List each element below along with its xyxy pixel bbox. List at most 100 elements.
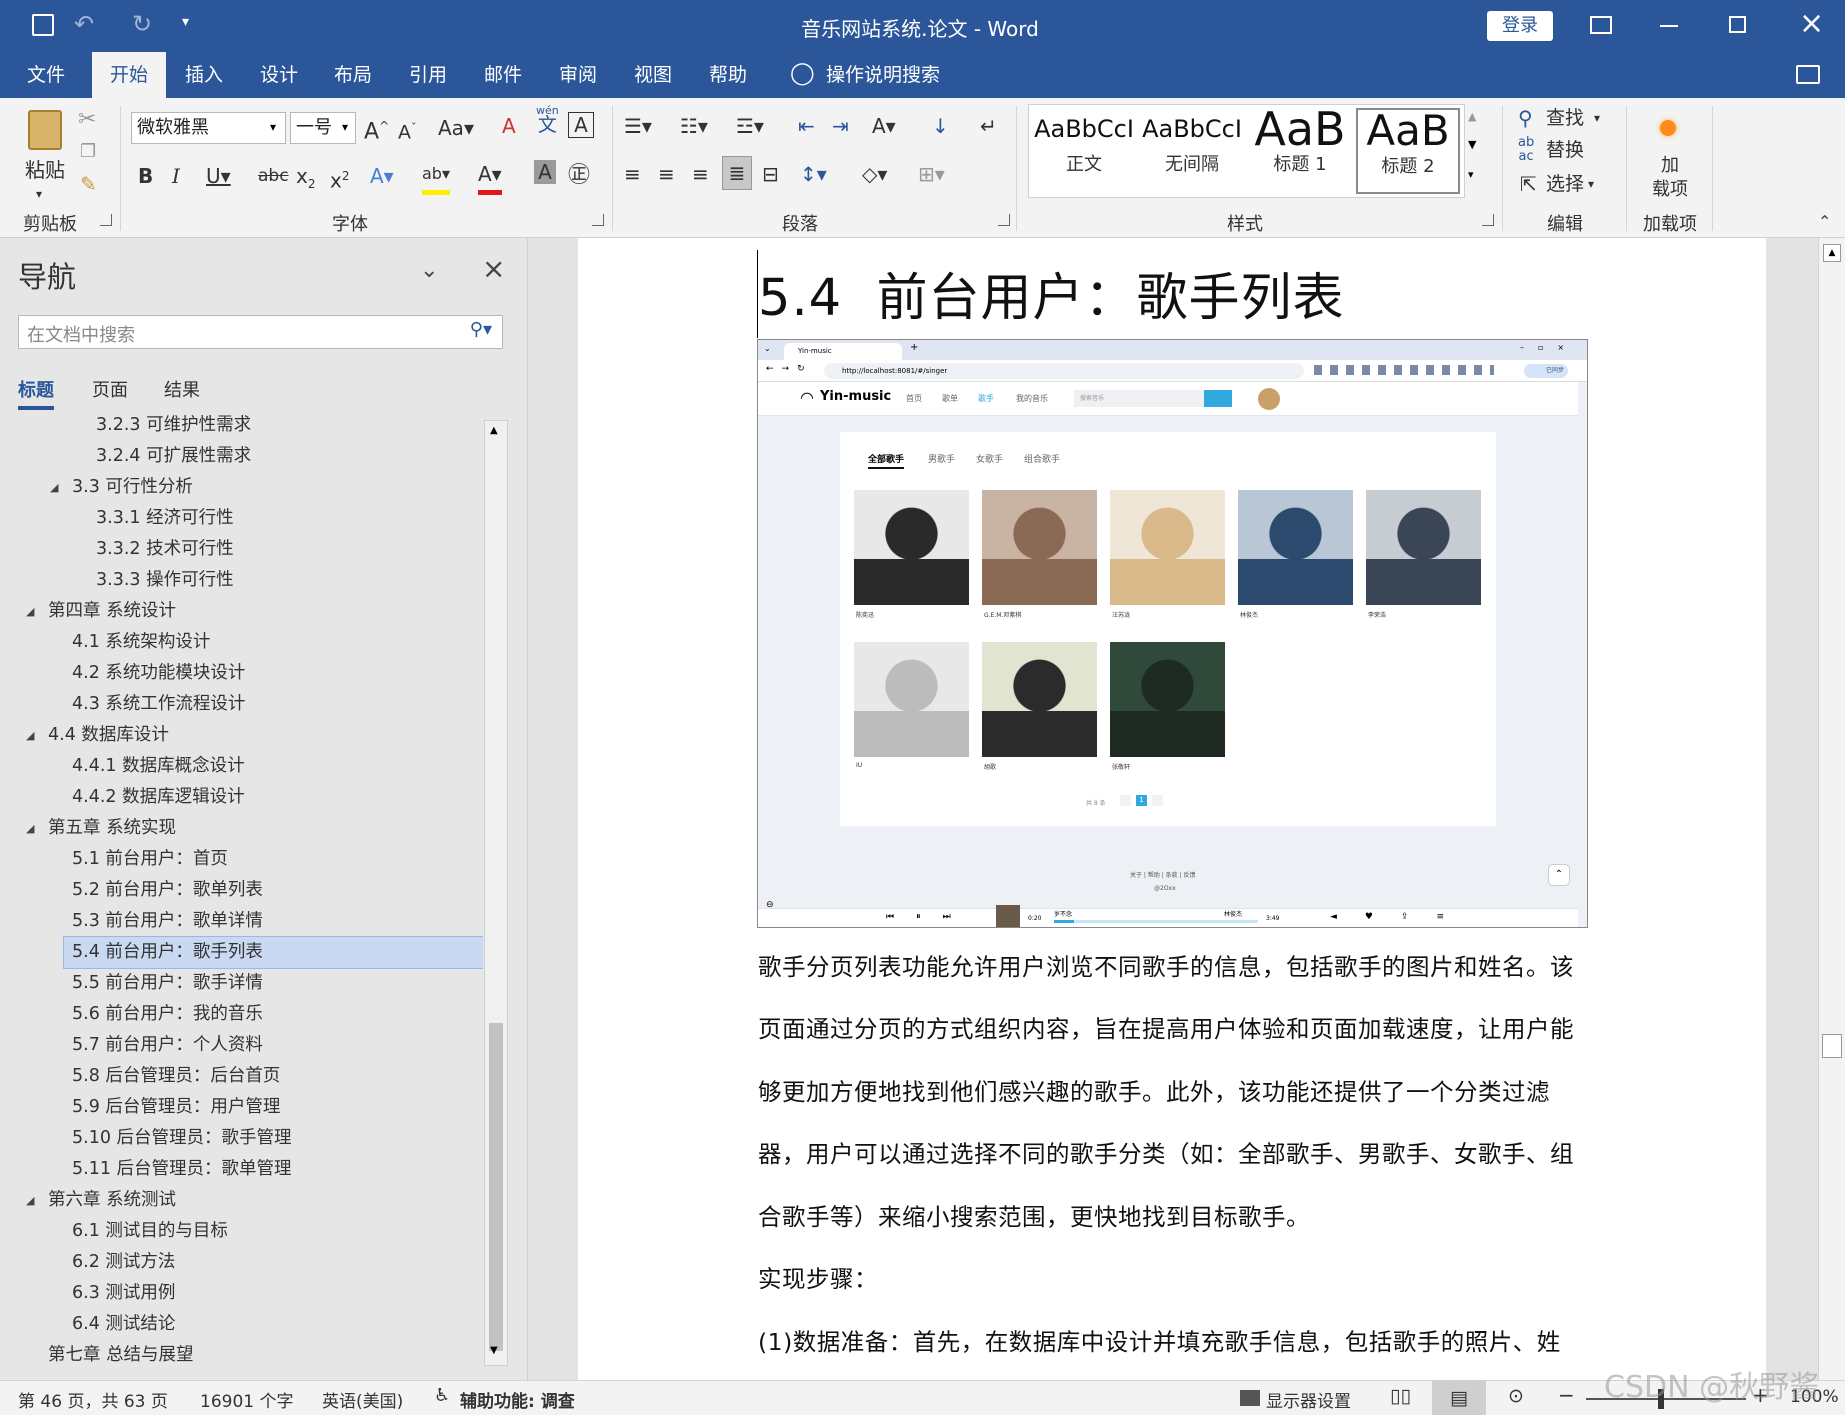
collapse-triangle-icon[interactable]: ◢ [50, 472, 58, 503]
print-layout-icon[interactable]: ▤ [1432, 1381, 1486, 1415]
nav-heading-item[interactable]: 第七章 总结与展望 [0, 1340, 483, 1370]
zoom-out-icon[interactable]: − [1558, 1383, 1575, 1407]
paste-dropdown-icon[interactable]: ▾ [36, 178, 42, 210]
highlight-color-icon[interactable]: ab▾ [422, 158, 450, 195]
tab-home[interactable]: 开始 [92, 52, 166, 98]
nav-heading-item[interactable]: 5.3 前台用户：歌单详情 [0, 906, 483, 937]
nav-heading-item[interactable]: 6.3 测试用例 [0, 1278, 483, 1309]
undo-icon[interactable]: ↶ [74, 10, 94, 38]
decrease-indent-icon[interactable]: ⇤ [798, 110, 815, 142]
align-center-icon[interactable]: ≡ [658, 158, 675, 190]
collapse-triangle-icon[interactable]: ◢ [26, 720, 34, 751]
nav-tab-headings[interactable]: 标题 [18, 376, 54, 410]
paragraph-launcher-icon[interactable] [998, 214, 1010, 226]
nav-heading-item[interactable]: ◢ 4.4 数据库设计 [0, 720, 483, 751]
nav-heading-item[interactable]: 4.2 系统功能模块设计 [0, 658, 483, 689]
styles-scroll-up-icon[interactable]: ▲ [1468, 110, 1476, 123]
font-launcher-icon[interactable] [592, 214, 604, 226]
multilevel-list-icon[interactable]: ☲▾ [736, 110, 764, 142]
justify-icon[interactable]: ≣ [722, 156, 752, 190]
enclose-characters-icon[interactable]: ㊣ [568, 160, 590, 192]
embedded-screenshot[interactable]: ⌄ Yin-music + –▫× ←→↻ http://localhost:8… [757, 339, 1588, 928]
status-display-settings[interactable]: 显示器设置 [1266, 1387, 1351, 1412]
italic-icon[interactable]: I [172, 160, 180, 192]
text-effects-icon[interactable]: A▾ [370, 160, 394, 192]
font-name-combo[interactable]: 微软雅黑 [131, 112, 286, 144]
collapse-triangle-icon[interactable]: ◢ [26, 1185, 34, 1216]
nav-heading-item[interactable]: 4.3 系统工作流程设计 [0, 689, 483, 720]
subscript-icon[interactable]: x2 [296, 160, 315, 200]
increase-indent-icon[interactable]: ⇥ [832, 110, 849, 142]
font-color-icon[interactable]: A▾ [478, 158, 502, 195]
login-button[interactable]: 登录 [1487, 11, 1553, 41]
ribbon-display-icon[interactable] [1590, 16, 1612, 34]
status-language[interactable]: 英语(美国) [322, 1387, 403, 1412]
redo-icon[interactable]: ↻ [132, 10, 152, 38]
tab-design[interactable]: 设计 [251, 52, 307, 98]
nav-heading-item[interactable]: 3.3.2 技术可行性 [0, 534, 483, 565]
distributed-icon[interactable]: ⊟ [762, 158, 779, 190]
collapse-triangle-icon[interactable]: ◢ [26, 596, 34, 627]
bold-icon[interactable]: B [138, 160, 153, 192]
tab-view[interactable]: 视图 [625, 52, 681, 98]
nav-heading-item[interactable]: 5.8 后台管理员：后台首页 [0, 1061, 483, 1092]
select-icon[interactable]: ⇱ [1520, 168, 1537, 200]
phonetic-guide-icon[interactable]: wén 文 [536, 104, 559, 135]
find-button[interactable]: 查找 [1546, 102, 1584, 134]
tab-mailings[interactable]: 邮件 [475, 52, 531, 98]
style-no-spacing[interactable]: AaBbCcI 无间隔 [1142, 108, 1242, 194]
nav-heading-item[interactable]: 4.4.2 数据库逻辑设计 [0, 782, 483, 813]
align-right-icon[interactable]: ≡ [692, 158, 709, 190]
style-heading-1[interactable]: AaB 标题 1 [1250, 108, 1350, 194]
customize-qat-icon[interactable]: ▾ [182, 14, 189, 30]
nav-heading-item[interactable]: 5.11 后台管理员：歌单管理 [0, 1154, 483, 1185]
nav-heading-item[interactable]: 4.1 系统架构设计 [0, 627, 483, 658]
close-icon[interactable]: × [1799, 6, 1824, 41]
nav-heading-item[interactable]: 5.9 后台管理员：用户管理 [0, 1092, 483, 1123]
replace-button[interactable]: 替换 [1546, 134, 1584, 166]
doc-scroll-thumb[interactable] [1822, 1034, 1842, 1058]
line-spacing-icon[interactable]: ↕▾ [800, 158, 827, 190]
nav-heading-item[interactable]: ◢ 第四章 系统设计 [0, 596, 483, 627]
show-marks-icon[interactable]: ↵ [980, 110, 997, 142]
collapse-triangle-icon[interactable]: ◢ [26, 813, 34, 844]
nav-heading-item[interactable]: 3.3.1 经济可行性 [0, 503, 483, 534]
scroll-up-icon[interactable]: ▲ [490, 425, 498, 436]
font-name-dropdown-icon[interactable]: ▾ [270, 120, 276, 134]
scroll-down-icon[interactable]: ▼ [490, 1345, 498, 1356]
clipboard-launcher-icon[interactable] [100, 214, 112, 226]
nav-heading-item[interactable]: 5.7 前台用户：个人资料 [0, 1030, 483, 1061]
select-button[interactable]: 选择 [1546, 168, 1584, 200]
tell-me-search[interactable]: 操作说明搜索 [826, 52, 946, 98]
tab-insert[interactable]: 插入 [176, 52, 232, 98]
nav-search-input[interactable]: 在文档中搜索 ⚲▾ [18, 315, 503, 349]
clear-formatting-icon[interactable]: A [502, 110, 516, 142]
nav-heading-item[interactable]: 5.4 前台用户：歌手列表 [63, 936, 483, 969]
nav-options-chevron-icon[interactable]: ⌄ [420, 258, 438, 283]
maximize-icon[interactable] [1729, 16, 1746, 33]
doc-scrollbar[interactable]: ▲ [1818, 238, 1845, 1380]
nav-scrollbar[interactable]: ▲ ▼ [484, 420, 508, 1366]
collapse-ribbon-icon[interactable]: ⌃ [1818, 212, 1831, 231]
scrollbar-thumb[interactable] [489, 1023, 503, 1351]
addins-button[interactable]: 加 载项 [1642, 154, 1698, 202]
shrink-font-icon[interactable]: Aˇ [398, 112, 417, 148]
nav-heading-item[interactable]: 3.3.3 操作可行性 [0, 565, 483, 596]
nav-heading-item[interactable]: 6.4 测试结论 [0, 1309, 483, 1340]
styles-more-icon[interactable]: ▾ [1468, 168, 1474, 181]
style-normal[interactable]: AaBbCcI 正文 [1034, 108, 1134, 194]
tab-help[interactable]: 帮助 [700, 52, 756, 98]
search-icon[interactable]: ⚲▾ [470, 319, 492, 340]
style-heading-2[interactable]: AaB 标题 2 [1356, 108, 1460, 194]
paste-button[interactable]: 粘贴 [20, 154, 70, 186]
minimize-icon[interactable] [1660, 25, 1678, 27]
paste-icon[interactable] [28, 110, 62, 150]
nav-heading-item[interactable]: ◢ 第六章 系统测试 [0, 1185, 483, 1216]
nav-heading-item[interactable]: 5.10 后台管理员：歌手管理 [0, 1123, 483, 1154]
bullets-icon[interactable]: ☰▾ [624, 110, 652, 142]
nav-tab-pages[interactable]: 页面 [92, 376, 128, 402]
save-icon[interactable] [32, 14, 54, 36]
character-shading-icon[interactable]: A [534, 160, 556, 184]
nav-tab-results[interactable]: 结果 [164, 376, 200, 402]
nav-heading-item[interactable]: 6.2 测试方法 [0, 1247, 483, 1278]
